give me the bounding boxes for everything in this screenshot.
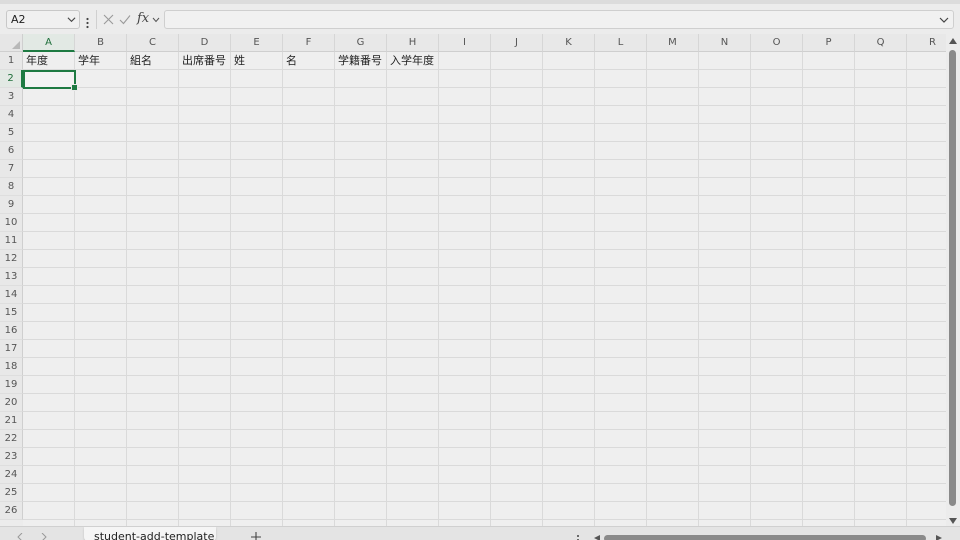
formula-input[interactable] [164, 10, 954, 29]
row-header-17[interactable]: 17 [0, 340, 23, 358]
row-header-6[interactable]: 6 [0, 142, 23, 160]
column-header-k[interactable]: K [543, 34, 595, 52]
row-header-7[interactable]: 7 [0, 160, 23, 178]
row-header-12[interactable]: 12 [0, 250, 23, 268]
vertical-dots-icon[interactable] [576, 535, 580, 540]
cell-area[interactable] [23, 52, 946, 526]
row-header-26[interactable]: 26 [0, 502, 23, 520]
row-header-13[interactable]: 13 [0, 268, 23, 286]
cell-e1[interactable]: 姓 [231, 52, 245, 70]
row-header-14[interactable]: 14 [0, 286, 23, 304]
row-header-19[interactable]: 19 [0, 376, 23, 394]
row-header-16[interactable]: 16 [0, 322, 23, 340]
cell-c1[interactable]: 組名 [127, 52, 152, 70]
column-header-n[interactable]: N [699, 34, 751, 52]
column-header-o[interactable]: O [751, 34, 803, 52]
column-header-b[interactable]: B [75, 34, 127, 52]
column-header-m[interactable]: M [647, 34, 699, 52]
vertical-scrollbar[interactable] [946, 34, 960, 526]
column-header-a[interactable]: A [23, 34, 75, 52]
column-header-i[interactable]: I [439, 34, 491, 52]
row-header-18[interactable]: 18 [0, 358, 23, 376]
column-header-g[interactable]: G [335, 34, 387, 52]
row-header-10[interactable]: 10 [0, 214, 23, 232]
formula-actions: fx [96, 10, 160, 29]
row-header-9[interactable]: 9 [0, 196, 23, 214]
column-header-h[interactable]: H [387, 34, 439, 52]
scroll-down-icon[interactable] [949, 518, 957, 524]
plus-icon[interactable] [250, 531, 262, 540]
close-icon[interactable] [103, 14, 114, 25]
formula-bar: A2 fx [0, 4, 960, 34]
name-box[interactable]: A2 [6, 10, 80, 29]
row-header-4[interactable]: 4 [0, 106, 23, 124]
column-header-c[interactable]: C [127, 34, 179, 52]
sheet-tab-label: student-add-template [94, 530, 215, 540]
chevron-right-icon[interactable] [40, 533, 48, 540]
column-header-e[interactable]: E [231, 34, 283, 52]
sheet-tab-bar: student-add-template [0, 526, 960, 540]
cell-g1[interactable]: 学籍番号 [335, 52, 382, 70]
row-header-23[interactable]: 23 [0, 448, 23, 466]
scroll-left-icon[interactable] [594, 535, 600, 540]
row-header-22[interactable]: 22 [0, 430, 23, 448]
row-header-8[interactable]: 8 [0, 178, 23, 196]
row-header-25[interactable]: 25 [0, 484, 23, 502]
row-header-3[interactable]: 3 [0, 88, 23, 106]
row-header-5[interactable]: 5 [0, 124, 23, 142]
column-header-p[interactable]: P [803, 34, 855, 52]
row-header-20[interactable]: 20 [0, 394, 23, 412]
chevron-down-icon[interactable] [67, 15, 76, 24]
selected-cell[interactable] [23, 70, 78, 91]
row-header-2[interactable]: 2 [0, 70, 23, 88]
column-header-q[interactable]: Q [855, 34, 907, 52]
row-header-24[interactable]: 24 [0, 466, 23, 484]
column-header-j[interactable]: J [491, 34, 543, 52]
column-header-d[interactable]: D [179, 34, 231, 52]
scroll-right-icon[interactable] [936, 535, 942, 540]
row-header-21[interactable]: 21 [0, 412, 23, 430]
cell-a1[interactable]: 年度 [23, 52, 48, 70]
column-header-l[interactable]: L [595, 34, 647, 52]
column-header-r[interactable]: R [907, 34, 946, 52]
cell-b1[interactable]: 学年 [75, 52, 100, 70]
name-box-value: A2 [11, 13, 26, 26]
chevron-left-icon[interactable] [16, 533, 24, 540]
vertical-dots-icon[interactable] [86, 17, 89, 29]
row-header-15[interactable]: 15 [0, 304, 23, 322]
chevron-down-icon[interactable] [152, 17, 160, 23]
chevron-down-icon[interactable] [939, 15, 949, 25]
horizontal-scroll-thumb[interactable] [604, 535, 926, 540]
cell-h1[interactable]: 入学年度 [387, 52, 434, 70]
row-header-11[interactable]: 11 [0, 232, 23, 250]
column-header-f[interactable]: F [283, 34, 335, 52]
select-all-corner[interactable] [0, 34, 23, 52]
row-header-1[interactable]: 1 [0, 52, 23, 70]
cell-d1[interactable]: 出席番号 [179, 52, 226, 70]
sheet-tab-student-add-template[interactable]: student-add-template [84, 527, 216, 540]
cell-f1[interactable]: 名 [283, 52, 297, 70]
scroll-up-icon[interactable] [949, 38, 957, 44]
spreadsheet-grid: A B C D E F G H I J K L M N O P Q R 1 2 3 4 5 6 7 8 9 10 11 12 13 14 15 1… [0, 34, 946, 526]
vertical-scroll-thumb[interactable] [949, 50, 956, 506]
fx-icon[interactable]: fx [137, 11, 149, 26]
check-icon[interactable] [119, 14, 131, 25]
